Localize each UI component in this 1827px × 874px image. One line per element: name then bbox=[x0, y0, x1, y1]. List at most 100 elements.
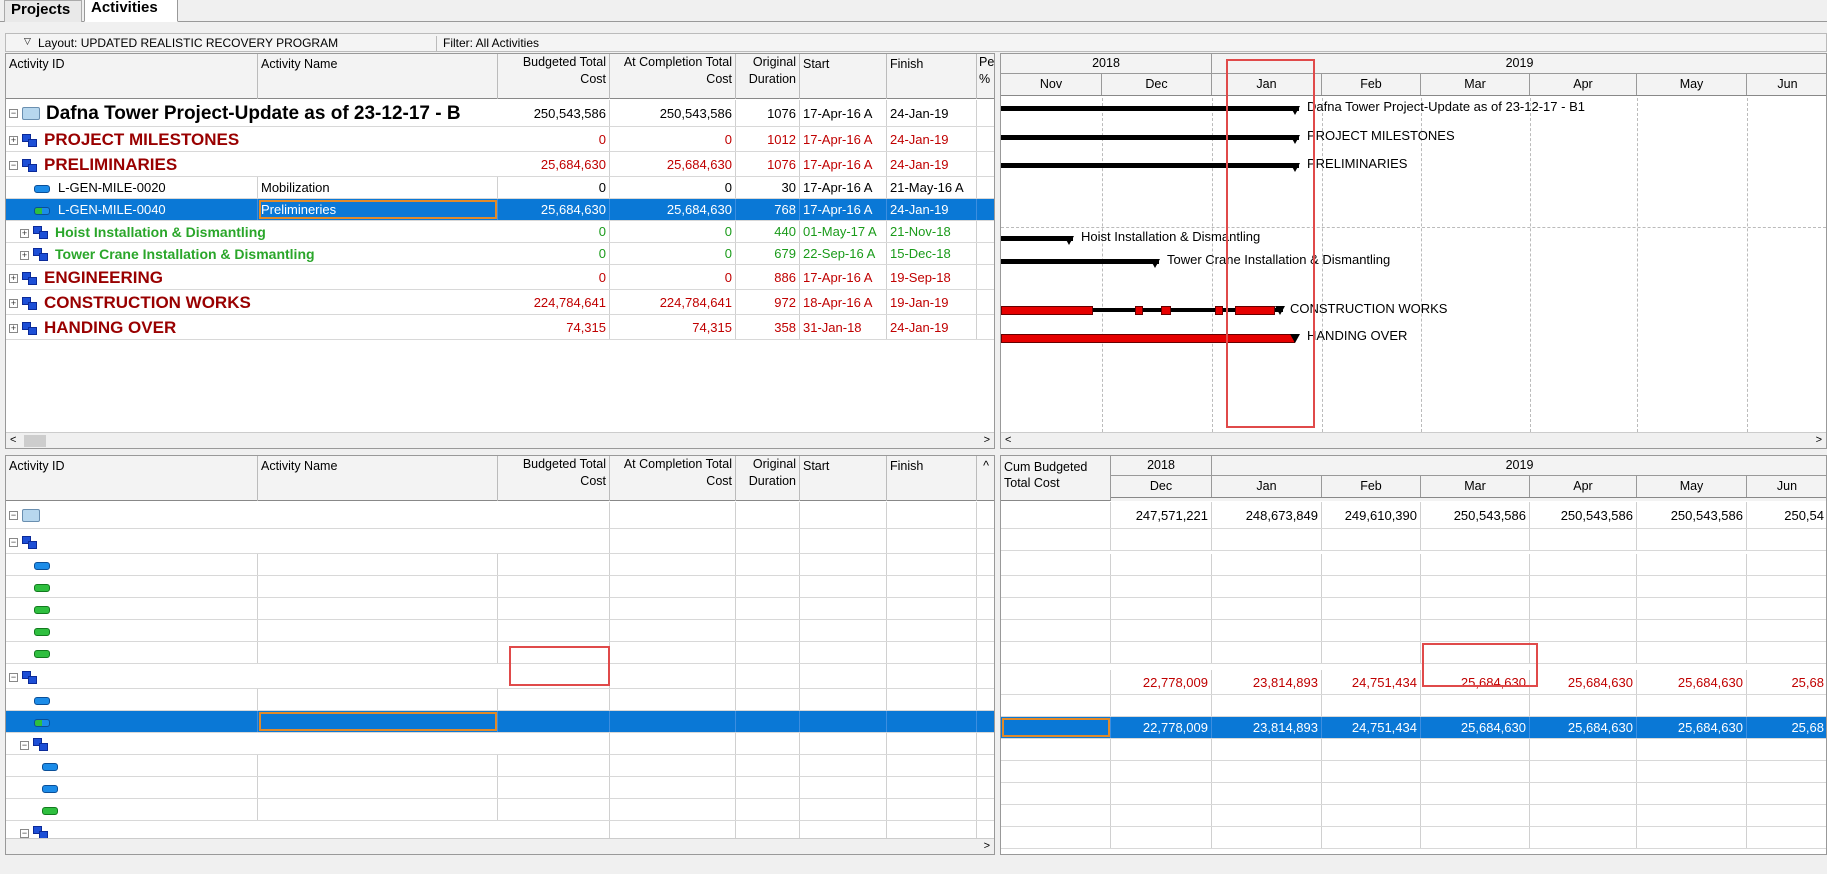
activity-row[interactable] bbox=[6, 576, 994, 598]
start-cell[interactable] bbox=[800, 689, 887, 710]
wbs-row[interactable]: − bbox=[6, 502, 994, 529]
activity-id-cell[interactable] bbox=[6, 689, 258, 710]
spread-value-cell[interactable]: 25,684,630 bbox=[1421, 717, 1530, 738]
gantt-bar-construction[interactable] bbox=[1161, 306, 1171, 315]
activity-name-cell[interactable] bbox=[258, 554, 498, 575]
completion-cost-cell[interactable] bbox=[610, 777, 736, 798]
finish-cell[interactable] bbox=[887, 554, 977, 575]
col-at-completion[interactable]: At Completion Total Cost bbox=[610, 456, 736, 501]
spread-value-cell[interactable]: 248,673,849 bbox=[1212, 502, 1322, 528]
start-cell[interactable]: 18-Apr-16 A bbox=[800, 290, 887, 314]
scroll-up-icon[interactable]: ^ bbox=[977, 456, 994, 501]
col-start[interactable]: Start bbox=[800, 54, 887, 99]
completion-cost-cell[interactable]: 74,315 bbox=[610, 315, 736, 339]
finish-cell[interactable]: 24-Jan-19 bbox=[887, 100, 977, 126]
spread-row-project[interactable]: 247,571,221 248,673,849 249,610,390 250,543… bbox=[1001, 502, 1826, 529]
spread-value-cell[interactable]: 23,814,893 bbox=[1212, 717, 1322, 738]
duration-cell[interactable] bbox=[736, 799, 800, 820]
scroll-thumb[interactable] bbox=[24, 435, 46, 447]
activity-id-cell[interactable]: L-GEN-MILE-0020 bbox=[6, 177, 258, 198]
wbs-row[interactable]: − PRELIMINARIES 25,684,630 25,684,630 1076 17… bbox=[6, 152, 994, 177]
finish-cell[interactable] bbox=[887, 733, 977, 754]
activity-id-cell[interactable] bbox=[6, 576, 258, 597]
spread-value-cell[interactable]: 25,68 bbox=[1747, 717, 1826, 738]
duration-cell[interactable]: 679 bbox=[736, 243, 800, 264]
col-start[interactable]: Start bbox=[800, 456, 887, 501]
scroll-right-icon[interactable]: > bbox=[984, 840, 990, 852]
duration-cell[interactable]: 972 bbox=[736, 290, 800, 314]
col-duration[interactable]: Original Duration bbox=[736, 456, 800, 501]
spread-value-cell[interactable]: 250,543,586 bbox=[1421, 502, 1530, 528]
start-cell[interactable] bbox=[800, 576, 887, 597]
finish-cell[interactable]: 21-May-16 A bbox=[887, 177, 977, 198]
finish-cell[interactable] bbox=[887, 576, 977, 597]
spread-value-cell[interactable]: 249,610,390 bbox=[1322, 502, 1421, 528]
activity-name-cell[interactable] bbox=[258, 689, 498, 710]
completion-cost-cell[interactable] bbox=[610, 755, 736, 776]
spread-value-cell[interactable]: 247,571,221 bbox=[1111, 502, 1212, 528]
chevron-down-icon[interactable]: ▽ bbox=[24, 36, 31, 47]
col-at-completion[interactable]: At Completion Total Cost bbox=[610, 54, 736, 99]
spread-row-preliminaries[interactable]: 22,778,009 23,814,893 24,751,434 25,684,630… bbox=[1001, 670, 1826, 695]
spread-value-cell[interactable]: 250,54 bbox=[1747, 502, 1826, 528]
completion-cost-cell[interactable] bbox=[610, 799, 736, 820]
start-cell[interactable] bbox=[800, 554, 887, 575]
completion-cost-cell[interactable] bbox=[610, 598, 736, 619]
activity-id-cell[interactable]: + PROJECT MILESTONES bbox=[6, 127, 498, 151]
activity-row[interactable] bbox=[6, 755, 994, 777]
budgeted-cost-cell[interactable]: 25,684,630 bbox=[498, 199, 610, 220]
activity-row[interactable] bbox=[6, 642, 994, 664]
completion-cost-cell[interactable] bbox=[610, 733, 736, 754]
wbs-row[interactable]: + Tower Crane Installation & Dismantling 0… bbox=[6, 243, 994, 265]
start-cell[interactable]: 17-Apr-16 A bbox=[800, 177, 887, 198]
activity-name-cell[interactable] bbox=[258, 711, 498, 732]
completion-cost-cell[interactable] bbox=[610, 620, 736, 641]
finish-cell[interactable] bbox=[887, 799, 977, 820]
completion-cost-cell[interactable]: 0 bbox=[610, 221, 736, 242]
spread-value-cell[interactable]: 25,684,630 bbox=[1637, 670, 1747, 694]
finish-cell[interactable]: 21-Nov-18 bbox=[887, 221, 977, 242]
activity-id-cell[interactable]: − bbox=[6, 502, 498, 528]
duration-cell[interactable] bbox=[736, 529, 800, 553]
collapse-icon[interactable]: − bbox=[9, 511, 18, 521]
finish-cell[interactable] bbox=[887, 598, 977, 619]
budgeted-cost-cell[interactable] bbox=[498, 598, 610, 619]
expand-icon[interactable]: + bbox=[9, 324, 18, 334]
duration-cell[interactable]: 30 bbox=[736, 177, 800, 198]
activity-id-cell[interactable]: + Hoist Installation & Dismantling bbox=[6, 221, 498, 242]
start-cell[interactable] bbox=[800, 777, 887, 798]
finish-cell[interactable]: 19-Jan-19 bbox=[887, 290, 977, 314]
col-budgeted[interactable]: Budgeted Total Cost bbox=[498, 456, 610, 501]
col-finish[interactable]: Finish bbox=[887, 456, 977, 501]
activity-id-cell[interactable]: − bbox=[6, 529, 498, 553]
activity-name-cell[interactable] bbox=[258, 799, 498, 820]
activity-name-cell[interactable] bbox=[258, 755, 498, 776]
wbs-row[interactable]: + Hoist Installation & Dismantling 0 0 440 01… bbox=[6, 221, 994, 243]
finish-cell[interactable]: 15-Dec-18 bbox=[887, 243, 977, 264]
start-cell[interactable]: 01-May-17 A bbox=[800, 221, 887, 242]
start-cell[interactable]: 17-Apr-16 A bbox=[800, 152, 887, 176]
activity-name-cell[interactable] bbox=[258, 576, 498, 597]
expand-icon[interactable]: + bbox=[20, 228, 29, 238]
col-percent[interactable]: Pe % bbox=[977, 54, 994, 99]
spread-value-cell[interactable]: 22,778,009 bbox=[1111, 717, 1212, 738]
activity-id-cell[interactable]: − bbox=[6, 664, 498, 688]
spread-value-cell[interactable]: 23,814,893 bbox=[1212, 670, 1322, 694]
budgeted-cost-cell[interactable] bbox=[498, 755, 610, 776]
col-activity-name[interactable]: Activity Name bbox=[258, 54, 498, 99]
completion-cost-cell[interactable]: 0 bbox=[610, 243, 736, 264]
collapse-icon[interactable]: − bbox=[9, 161, 18, 171]
col-budgeted[interactable]: Budgeted Total Cost bbox=[498, 54, 610, 99]
activity-row[interactable]: L-GEN-MILE-0040 Prelimineries 25,684,630 25… bbox=[6, 199, 994, 221]
finish-cell[interactable] bbox=[887, 642, 977, 663]
start-cell[interactable] bbox=[800, 529, 887, 553]
start-cell[interactable]: 17-Apr-16 A bbox=[800, 265, 887, 289]
activity-id-cell[interactable]: − bbox=[6, 733, 498, 754]
activity-row[interactable] bbox=[6, 799, 994, 821]
activity-id-cell[interactable] bbox=[6, 755, 258, 776]
duration-cell[interactable]: 1076 bbox=[736, 100, 800, 126]
duration-cell[interactable] bbox=[736, 502, 800, 528]
duration-cell[interactable]: 1012 bbox=[736, 127, 800, 151]
completion-cost-cell[interactable]: 0 bbox=[610, 127, 736, 151]
completion-cost-cell[interactable]: 250,543,586 bbox=[610, 100, 736, 126]
